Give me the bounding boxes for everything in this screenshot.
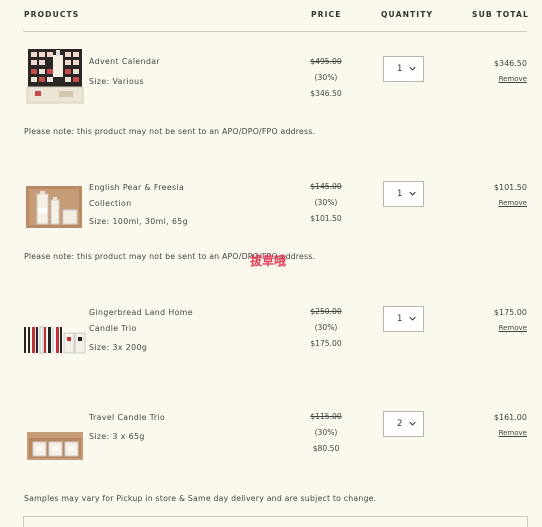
price-cell: $250.00 (30%) $175.00 <box>300 304 352 352</box>
price-cell: $145.00 (30%) $101.50 <box>300 179 352 227</box>
remove-link[interactable]: Remove <box>494 320 527 336</box>
sale-price: $80.50 <box>312 444 340 453</box>
original-price: $115.00 <box>310 412 342 421</box>
product-size: Size: Various <box>89 77 144 86</box>
products-column-header: PRODUCTS <box>24 10 80 19</box>
product-size: Size: 3 x 65g <box>89 432 145 441</box>
advent-calendar-image[interactable] <box>25 47 85 105</box>
quantity-select[interactable]: 1 <box>383 56 424 82</box>
subtotal-cell: $346.50 Remove <box>494 57 527 87</box>
travel-candle-trio-image[interactable] <box>25 430 85 462</box>
quantity-select[interactable]: 2 <box>383 411 424 437</box>
gingerbread-candle-trio-image[interactable] <box>23 323 87 357</box>
product-name[interactable]: English Pear & Freesia Collection <box>89 180 214 212</box>
subtotal-cell: $175.00 Remove <box>494 306 527 336</box>
quantity-value: 2 <box>397 419 403 429</box>
subtotal-amount: $101.50 <box>493 183 527 192</box>
product-name[interactable]: Advent Calendar <box>89 54 214 70</box>
product-name[interactable]: Gingerbread Land Home Candle Trio <box>89 305 214 337</box>
price-cell: $115.00 (30%) $80.50 <box>300 409 352 457</box>
samples-note: Samples may vary for Pickup in store & S… <box>24 494 377 503</box>
discount-percent: (30%) <box>314 428 338 437</box>
price-cell: $495.00 (30%) $346.50 <box>300 54 352 102</box>
original-price: $145.00 <box>310 182 342 191</box>
subtotal-amount: $346.50 <box>493 59 527 68</box>
sale-price: $175.00 <box>310 339 342 348</box>
remove-link[interactable]: Remove <box>494 71 527 87</box>
header-divider <box>23 31 527 32</box>
discount-percent: (30%) <box>314 198 338 207</box>
quantity-value: 1 <box>397 314 403 324</box>
product-name[interactable]: Travel Candle Trio <box>89 410 214 426</box>
subtotal-amount: $161.00 <box>493 413 527 422</box>
cart-table-header: PRODUCTS PRICE QUANTITY SUB TOTAL <box>0 10 542 22</box>
discount-percent: (30%) <box>314 323 338 332</box>
product-size: Size: 3x 200g <box>89 343 148 352</box>
subtotal-amount: $175.00 <box>493 308 527 317</box>
quantity-select[interactable]: 1 <box>383 181 424 207</box>
watermark-text: 拔草哦 <box>250 254 287 268</box>
price-column-header: PRICE <box>311 10 342 19</box>
product-size: Size: 100ml, 30ml, 65g <box>89 217 189 226</box>
chevron-down-icon <box>409 191 416 196</box>
chevron-down-icon <box>409 316 416 321</box>
quantity-value: 1 <box>397 64 403 74</box>
subtotal-cell: $101.50 Remove <box>494 181 527 211</box>
chevron-down-icon <box>409 66 416 71</box>
quantity-column-header: QUANTITY <box>381 10 434 19</box>
subtotal-cell: $161.00 Remove <box>494 411 527 441</box>
english-pear-collection-image[interactable] <box>25 184 85 230</box>
apo-note: Please note: this product may not be sen… <box>24 127 316 136</box>
quantity-value: 1 <box>397 189 403 199</box>
sale-price: $346.50 <box>310 89 342 98</box>
remove-link[interactable]: Remove <box>494 195 527 211</box>
order-summary-box <box>23 516 528 527</box>
remove-link[interactable]: Remove <box>494 425 527 441</box>
chevron-down-icon <box>409 421 416 426</box>
subtotal-column-header: SUB TOTAL <box>472 10 529 19</box>
discount-percent: (30%) <box>314 73 338 82</box>
quantity-select[interactable]: 1 <box>383 306 424 332</box>
sale-price: $101.50 <box>310 214 342 223</box>
original-price: $250.00 <box>310 307 342 316</box>
original-price: $495.00 <box>310 57 342 66</box>
